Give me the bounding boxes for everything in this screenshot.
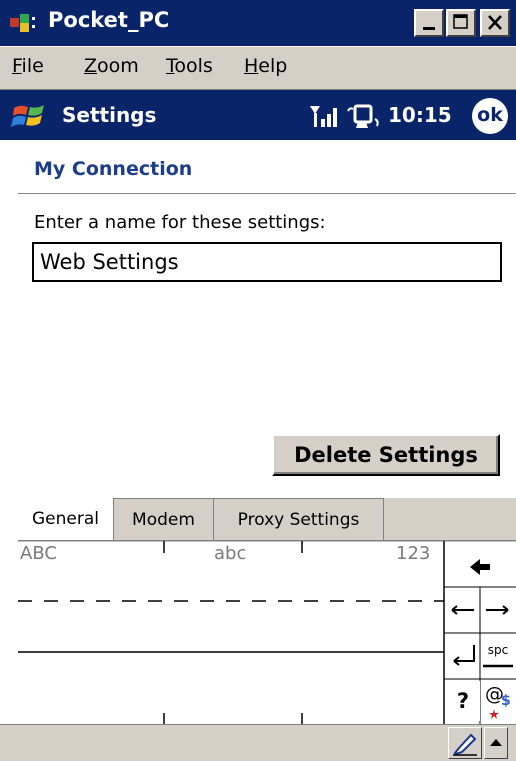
- minimize-icon: [423, 27, 435, 30]
- pen-icon: [453, 733, 477, 756]
- space-key-label: spc: [487, 643, 509, 657]
- menu-file[interactable]: File: [12, 55, 44, 77]
- input-panel[interactable]: ABC abc 123 spc ? @ $: [18, 540, 516, 725]
- enter-key[interactable]: [446, 635, 480, 677]
- maximize-button[interactable]: [446, 9, 476, 37]
- menu-zoom-label: oom: [97, 55, 139, 77]
- ok-button-label: ok: [477, 104, 503, 126]
- tab-proxy-settings[interactable]: Proxy Settings: [214, 498, 384, 540]
- bottom-bar: [0, 724, 516, 761]
- menu-tools-label: ools: [174, 55, 213, 77]
- menu-help[interactable]: Help: [244, 55, 287, 77]
- caret-up-icon: [490, 739, 502, 746]
- space-key[interactable]: spc: [481, 635, 515, 675]
- minimize-button[interactable]: [414, 9, 444, 37]
- tab-modem[interactable]: Modem: [114, 498, 214, 540]
- delete-settings-button[interactable]: Delete Settings: [272, 434, 500, 476]
- page-header: My Connection: [34, 158, 193, 180]
- close-button[interactable]: [480, 9, 510, 37]
- zone-label-numbers: 123: [396, 543, 431, 564]
- header-divider: [18, 193, 516, 194]
- symbols-dollar-glyph: $: [501, 693, 511, 709]
- window-title-bar: Pocket_PC: [0, 0, 516, 47]
- symbols-key[interactable]: @ $: [481, 681, 515, 721]
- input-method-button[interactable]: [448, 727, 482, 759]
- right-arrow-key[interactable]: [481, 589, 515, 631]
- symbols-star-icon: [489, 709, 499, 719]
- left-arrow-icon: [451, 605, 474, 615]
- help-key-label: ?: [456, 689, 470, 713]
- left-arrow-key[interactable]: [446, 589, 480, 631]
- tab-bar: General Modem Proxy Settings: [18, 498, 516, 540]
- menu-bar: File Zoom Tools Help: [0, 47, 516, 90]
- backspace-icon: [470, 559, 490, 575]
- enter-icon: [453, 645, 475, 666]
- menu-file-label: ile: [21, 55, 44, 77]
- close-icon: [488, 15, 502, 30]
- menu-zoom[interactable]: Zoom: [84, 55, 139, 77]
- backspace-key[interactable]: [446, 545, 514, 585]
- space-bar-icon: [483, 664, 513, 668]
- zone-label-uppercase: ABC: [20, 543, 57, 564]
- clock[interactable]: 10:15: [388, 103, 452, 127]
- phone-icon[interactable]: [346, 103, 382, 129]
- menu-zoom-accel: Z: [84, 55, 98, 77]
- windows-start-icon[interactable]: [10, 96, 50, 136]
- right-arrow-icon: [486, 605, 509, 615]
- menu-help-label: elp: [258, 55, 288, 77]
- zone-label-lowercase: abc: [214, 543, 247, 564]
- menu-tools[interactable]: Tools: [166, 55, 213, 77]
- ok-button[interactable]: ok: [472, 98, 508, 134]
- maximize-icon: [453, 14, 468, 29]
- help-key[interactable]: ?: [446, 681, 480, 721]
- input-selector-arrow[interactable]: [484, 727, 508, 759]
- menu-help-accel: H: [244, 55, 259, 77]
- settings-name-label: Enter a name for these settings:: [34, 212, 326, 233]
- menu-file-accel: F: [12, 55, 22, 77]
- window-title: Pocket_PC: [48, 8, 170, 32]
- writing-area-guides: [18, 541, 516, 725]
- tab-general[interactable]: General: [18, 498, 114, 540]
- app-logo-icon: [10, 14, 35, 32]
- settings-name-input[interactable]: [32, 242, 502, 282]
- signal-icon[interactable]: [308, 103, 340, 129]
- navigation-bar: Settings 10:15 ok: [0, 90, 516, 140]
- nav-title: Settings: [62, 103, 157, 127]
